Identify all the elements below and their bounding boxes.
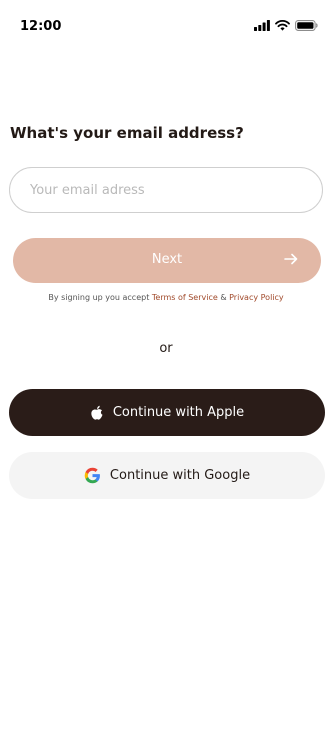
- terms-joiner: &: [217, 293, 230, 302]
- terms-notice: By signing up you accept Terms of Servic…: [0, 293, 332, 302]
- apple-logo-icon: [90, 405, 104, 421]
- terms-of-service-link[interactable]: Terms of Service: [152, 293, 218, 302]
- next-button[interactable]: Next: [13, 238, 321, 283]
- terms-prefix: By signing up you accept: [48, 293, 152, 302]
- status-bar: 12:00: [0, 0, 332, 52]
- google-logo-icon: [84, 467, 101, 484]
- status-time: 12:00: [20, 19, 62, 34]
- apple-button-label: Continue with Apple: [112, 405, 245, 420]
- google-button-label: Continue with Google: [109, 468, 251, 483]
- or-divider: or: [159, 341, 173, 356]
- next-button-label: Next: [151, 252, 183, 267]
- wifi-icon: [275, 20, 290, 31]
- email-input[interactable]: [9, 167, 323, 213]
- signal-icon: [254, 20, 270, 31]
- continue-with-apple-button[interactable]: Continue with Apple: [9, 389, 325, 436]
- continue-with-google-button[interactable]: Continue with Google: [9, 452, 325, 499]
- page-title: What's your email address?: [10, 124, 244, 142]
- status-icons: [254, 20, 318, 31]
- battery-icon: [295, 20, 318, 31]
- privacy-policy-link[interactable]: Privacy Policy: [229, 293, 284, 302]
- arrow-right-icon: [283, 251, 299, 271]
